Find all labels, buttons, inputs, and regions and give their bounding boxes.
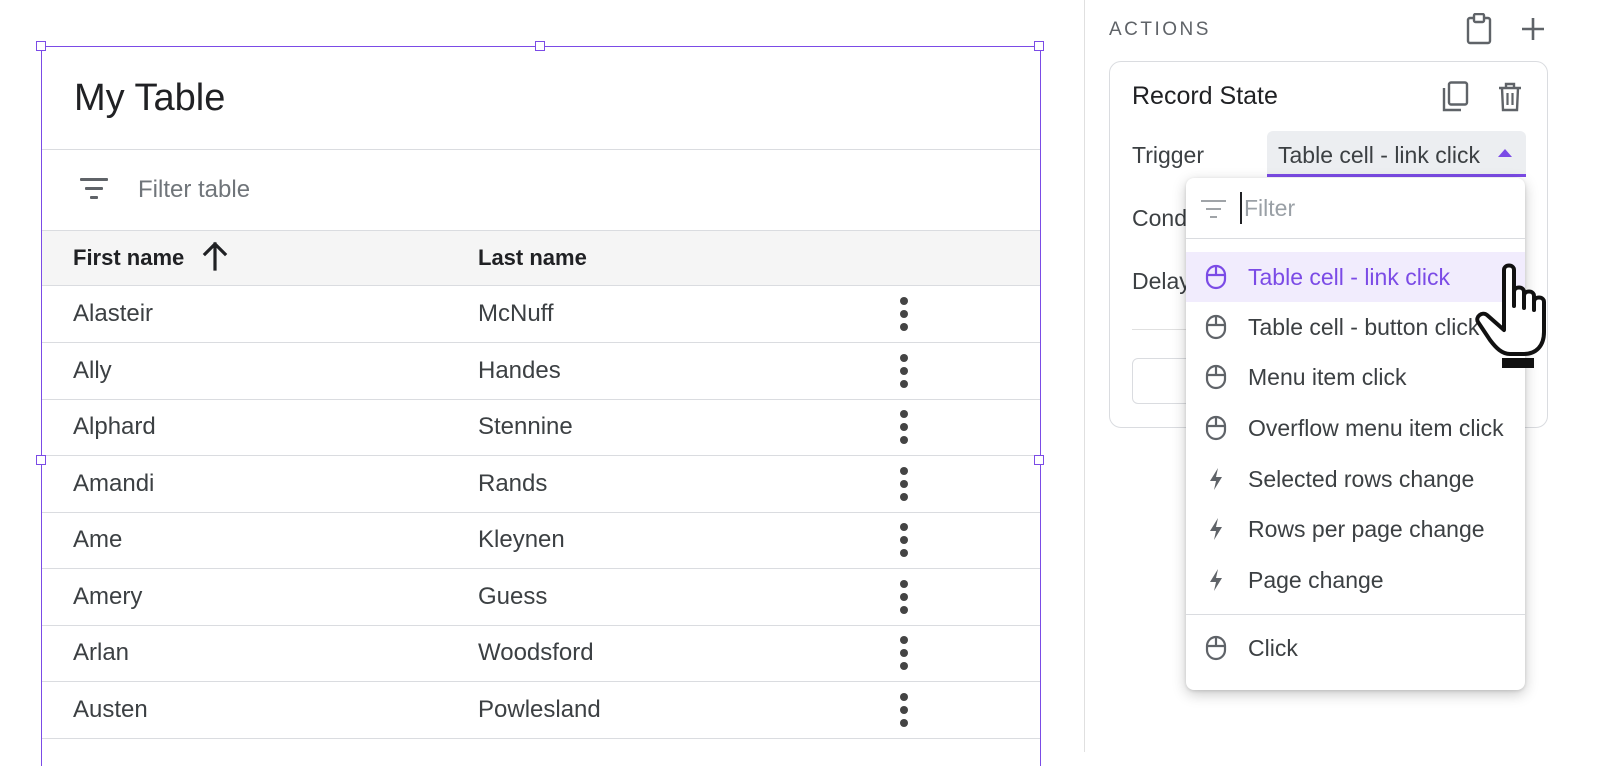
resize-handle-top-center[interactable] [535,41,545,51]
cell-first-name: Austen [73,695,148,723]
cell-first-name: Amandi [73,469,155,497]
resize-handle-top-left[interactable] [36,41,46,51]
delay-label: Delay [1132,268,1191,294]
mouse-icon [1205,264,1227,290]
menu-item[interactable]: Selected rows change [1186,454,1525,504]
trigger-label: Trigger [1132,142,1204,168]
menu-item-label: Rows per page change [1248,516,1485,542]
table-row[interactable]: Amery Guess [42,569,1040,626]
overflow-menu-icon[interactable] [894,410,914,444]
menu-filter-input[interactable] [1240,192,1504,224]
column-header-first-name[interactable]: First name [73,245,184,271]
menu-divider [1186,238,1525,239]
table-row[interactable]: Austen Powlesland [42,682,1040,739]
menu-item[interactable]: Overflow menu item click [1186,403,1525,453]
cell-last-name: Handes [478,356,561,384]
table-filter-input[interactable] [138,174,738,206]
delete-action-icon[interactable] [1497,82,1523,112]
add-action-icon[interactable] [1520,16,1546,42]
menu-item[interactable]: Click [1186,623,1525,673]
table-row[interactable]: Alasteir McNuff [42,286,1040,343]
table-component[interactable]: My Table First name Last name Alasteir Mc… [36,41,1044,766]
table-title: My Table [74,77,226,119]
menu-item[interactable]: Page change [1186,555,1525,605]
mouse-icon [1205,635,1227,661]
cell-last-name: Kleynen [478,526,565,553]
overflow-menu-icon[interactable] [894,523,914,557]
column-header-last-name[interactable]: Last name [478,245,587,271]
cell-last-name: Stennine [478,413,573,440]
overflow-menu-icon[interactable] [894,692,914,727]
overflow-menu-icon[interactable] [894,636,914,670]
cell-last-name: Guess [478,582,548,610]
bolt-icon [1205,516,1227,542]
cell-first-name: Ame [73,526,123,553]
cell-last-name: McNuff [478,300,554,327]
mouse-icon [1205,364,1227,390]
resize-handle-top-right[interactable] [1034,41,1044,51]
resize-handle-middle-left[interactable] [36,455,46,465]
cell-first-name: Arlan [73,639,130,666]
panel-divider [1084,0,1085,752]
trigger-select-value: Table cell - link click [1278,142,1480,168]
menu-item[interactable]: Table cell - button click [1186,302,1525,352]
table-header-row: First name Last name [42,230,1040,286]
filter-icon [80,178,110,202]
menu-item-label: Table cell - link click [1248,264,1450,290]
table-row[interactable]: Ame Kleynen [42,512,1040,569]
menu-item-label: Click [1248,635,1298,661]
table-filter-row [42,150,1040,230]
table-row[interactable]: Alphard Stennine [42,399,1040,456]
table-row[interactable]: Ally Handes [42,343,1040,400]
mouse-icon [1205,314,1227,340]
cell-last-name: Powlesland [478,695,601,723]
overflow-menu-icon[interactable] [894,353,914,388]
menu-item-label: Menu item click [1248,364,1407,390]
paste-action-icon[interactable] [1465,13,1493,45]
menu-filter-row [1186,178,1525,238]
menu-item-label: Table cell - button click [1248,314,1480,340]
action-card-title: Record State [1132,82,1278,110]
actions-section-label: ACTIONS [1109,19,1211,40]
menu-item[interactable]: Menu item click [1186,352,1525,402]
overflow-menu-icon[interactable] [894,466,914,501]
condition-label: Cond [1132,205,1187,231]
cell-last-name: Woodsford [478,639,594,666]
menu-item[interactable]: Table cell - link click [1186,252,1525,302]
bolt-icon [1205,567,1227,593]
caret-up-icon [1498,149,1512,157]
overflow-menu-icon[interactable] [894,297,914,331]
menu-item[interactable]: Rows per page change [1186,504,1525,554]
menu-item-label: Page change [1248,567,1384,593]
cell-first-name: Alasteir [73,300,154,327]
cell-first-name: Ally [73,356,112,384]
cell-first-name: Amery [73,582,143,610]
overflow-menu-icon[interactable] [894,579,914,614]
table-row[interactable]: Amandi Rands [42,456,1040,513]
trigger-dropdown-menu: Table cell - link click Table cell - butt… [1186,178,1525,690]
table-row[interactable]: Arlan Woodsford [42,625,1040,682]
menu-item-label: Overflow menu item click [1248,415,1504,441]
trigger-select[interactable]: Table cell - link click [1267,131,1526,177]
mouse-icon [1205,415,1227,441]
bolt-icon [1205,466,1227,492]
sort-ascending-icon[interactable] [202,241,228,271]
resize-handle-middle-right[interactable] [1034,455,1044,465]
menu-item-label: Selected rows change [1248,466,1475,492]
cell-first-name: Alphard [73,413,156,440]
duplicate-action-icon[interactable] [1441,81,1469,113]
filter-icon [1201,200,1226,220]
cell-last-name: Rands [478,469,548,497]
menu-divider [1186,614,1525,615]
